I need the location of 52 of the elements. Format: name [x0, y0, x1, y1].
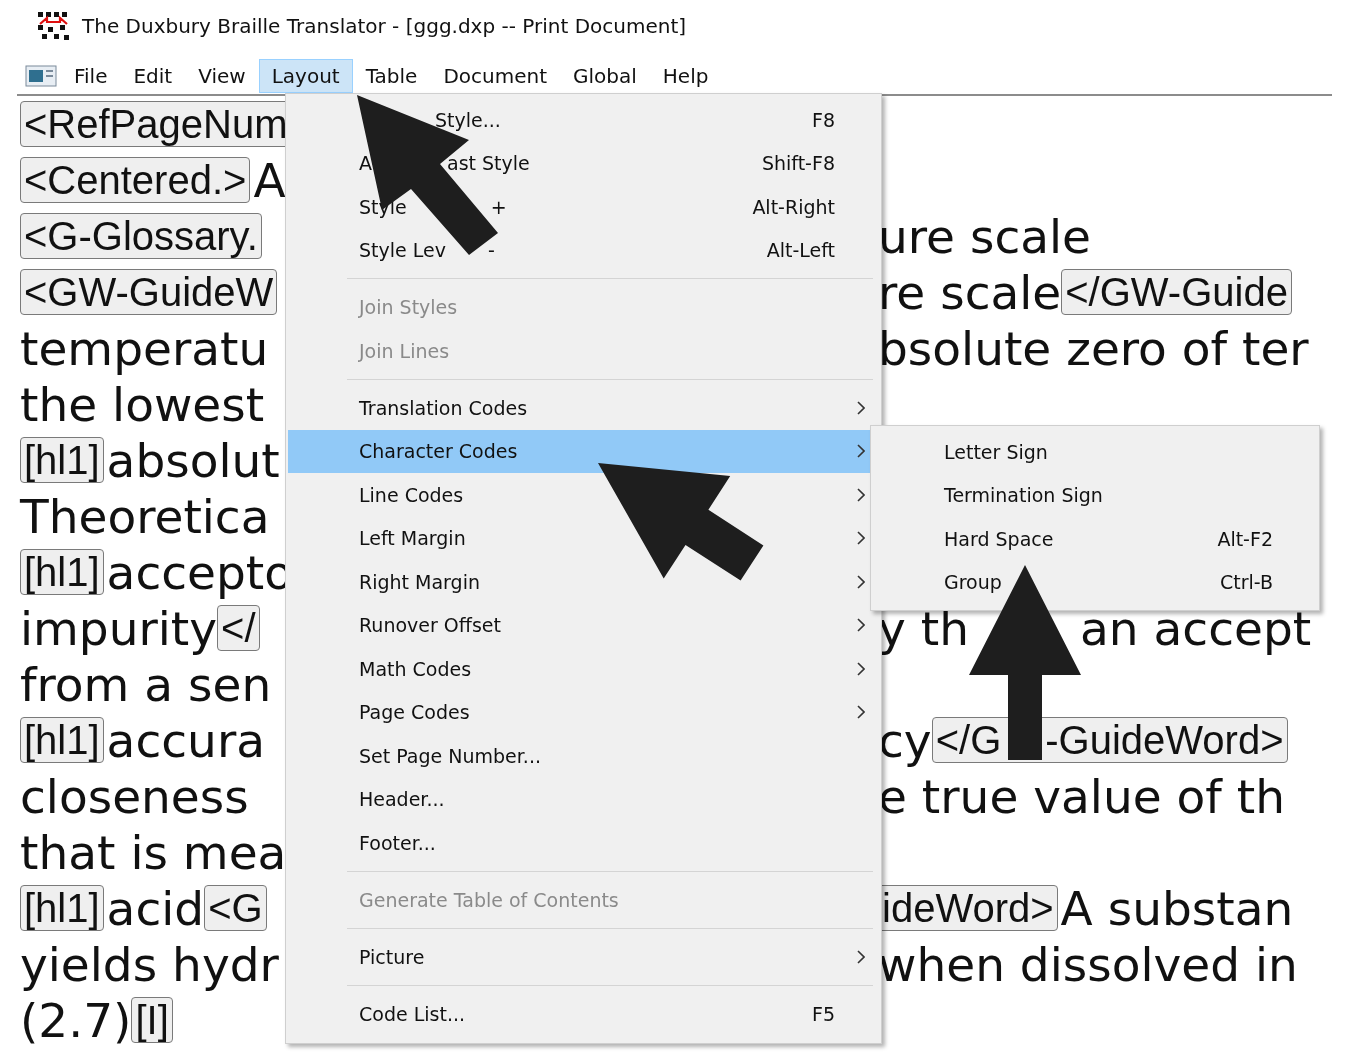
document-text: when dissolved in: [878, 940, 1298, 988]
window-title: The Duxbury Braille Translator - [ggg.dxp -- Print Document]: [82, 14, 687, 38]
code-tag: <GW-GuideW: [20, 269, 278, 315]
menu-item[interactable]: Group Ctrl-B: [873, 560, 1317, 604]
code-tag: [hl1]: [20, 885, 104, 931]
app-icon: [36, 11, 70, 41]
document-text: acid: [106, 884, 205, 932]
menu-item[interactable]: Set Page Number...: [288, 734, 879, 778]
document-text: closeness: [20, 772, 249, 820]
menu-item[interactable]: Page Codes: [288, 690, 879, 734]
document-text: Theoretica: [20, 492, 270, 540]
document-text: A substan: [1060, 884, 1294, 932]
code-tag: </G -GuideWord>: [931, 717, 1288, 763]
code-tag: <G-Glossary.: [20, 213, 262, 259]
code-tag: [I]: [131, 997, 173, 1043]
document-text: from a sen: [20, 660, 272, 708]
menu-item[interactable]: Footer...: [288, 821, 879, 865]
code-tag: [hl1]: [20, 549, 104, 595]
document-text: e true value of th: [878, 772, 1286, 820]
menu-item[interactable]: Style Lev - Alt-Left: [288, 228, 879, 272]
code-tag: <Centered.>: [20, 157, 251, 203]
code-tag: <G: [204, 885, 267, 931]
menu-bar-item[interactable]: Edit: [120, 59, 186, 93]
menu-bar-item[interactable]: Layout: [258, 59, 353, 93]
menu-item[interactable]: Runover Offset: [288, 603, 879, 647]
menu-item[interactable]: Translation Codes: [288, 386, 879, 430]
document-text: A: [253, 156, 286, 204]
menu-item[interactable]: Hard Space Alt-F2: [873, 517, 1317, 561]
document-text: (2.7): [20, 996, 132, 1044]
document-text: the lowest: [20, 380, 265, 428]
document-text: absolut: [106, 436, 280, 484]
menu-bar-item[interactable]: View: [185, 59, 259, 93]
menu-bar-item[interactable]: File: [61, 59, 121, 93]
menu-item[interactable]: Termination Sign: [873, 473, 1317, 517]
code-tag: [hl1]: [20, 437, 104, 483]
document-text: that is mea: [20, 828, 287, 876]
code-tag: </GW-Guide: [1061, 269, 1292, 315]
document-text: accura: [106, 716, 265, 764]
menu-item[interactable]: Picture: [288, 935, 879, 979]
system-menu-icon[interactable]: [25, 64, 57, 88]
menu-item[interactable]: Header...: [288, 777, 879, 821]
code-tag: [hl1]: [20, 717, 104, 763]
document-text: re scale: [878, 268, 1062, 316]
menu-item[interactable]: Math Codes: [288, 647, 879, 691]
menu-bar-item[interactable]: Help: [649, 59, 722, 93]
menu-item[interactable]: Code List... F5: [288, 992, 879, 1036]
menu-bar-item[interactable]: Global: [560, 59, 650, 93]
document-text: bsolute zero of ter: [878, 324, 1309, 372]
menu-bar-item[interactable]: Document: [430, 59, 560, 93]
document-text: ure scale: [878, 212, 1092, 260]
code-tag: </: [217, 605, 260, 651]
menu-bar-item[interactable]: Table: [352, 59, 431, 93]
